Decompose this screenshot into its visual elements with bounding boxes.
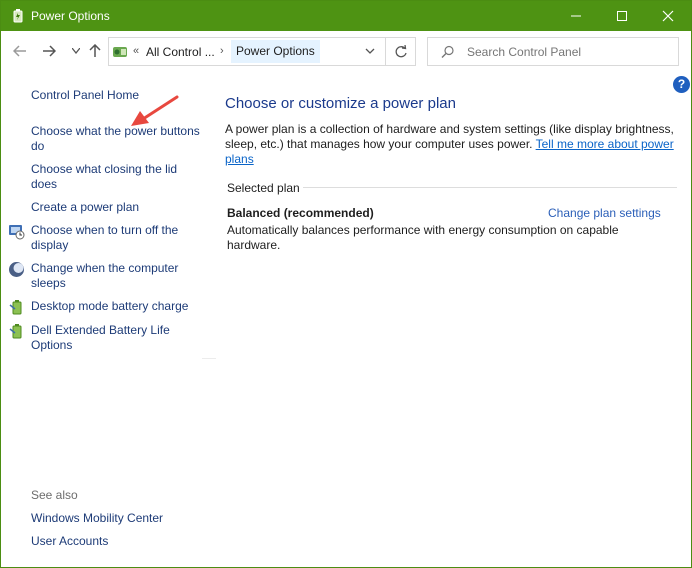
address-bar[interactable]: « All Control ... › Power Options [108, 37, 416, 66]
computer-sleeps-link[interactable]: Change when the computer sleeps [31, 261, 201, 291]
user-accounts-link[interactable]: User Accounts [31, 534, 201, 549]
up-arrow-icon [89, 44, 101, 57]
back-button[interactable] [11, 42, 29, 60]
minimize-icon [571, 15, 581, 17]
plan-description-text: A power plan is a collection of hardware… [225, 122, 675, 167]
address-overflow-chevron[interactable]: « [133, 45, 139, 57]
help-button[interactable]: ? [673, 76, 690, 93]
change-plan-settings-link[interactable]: Change plan settings [548, 206, 661, 220]
create-power-plan-link[interactable]: Create a power plan [31, 200, 201, 215]
extended-battery-link[interactable]: Dell Extended Battery Life Options [31, 323, 201, 353]
address-dropdown-icon[interactable] [363, 44, 377, 58]
plan-name: Balanced (recommended) [227, 206, 374, 220]
closing-lid-link[interactable]: Choose what closing the lid does [31, 162, 201, 192]
mobility-center-link[interactable]: Windows Mobility Center [31, 511, 201, 526]
left-pane: Control Panel Home Choose what the power… [1, 73, 216, 567]
refresh-icon [395, 44, 407, 57]
breadcrumb-power-options[interactable]: Power Options [231, 40, 320, 63]
desktop-battery-charge-link[interactable]: Desktop mode battery charge [31, 299, 201, 314]
see-also-heading: See also [31, 488, 78, 502]
breadcrumb-separator[interactable]: › [220, 45, 224, 57]
close-button[interactable] [645, 1, 691, 31]
plan-detail-text: Automatically balances performance with … [227, 223, 619, 252]
power-options-window: Power Options « All Control ... › Power … [0, 0, 692, 568]
recent-locations-button[interactable] [67, 42, 85, 60]
search-input[interactable]: Search Control Panel [467, 45, 581, 59]
display-timer-icon [9, 225, 25, 240]
pane-divider [202, 358, 216, 359]
power-options-icon [13, 9, 23, 23]
forward-arrow-icon [43, 45, 56, 57]
forward-button[interactable] [40, 42, 58, 60]
control-panel-icon [113, 47, 127, 57]
section-divider [303, 187, 677, 188]
up-button[interactable] [86, 42, 104, 60]
refresh-button[interactable] [385, 38, 416, 65]
window-title: Power Options [31, 9, 110, 23]
chevron-down-icon [72, 48, 80, 54]
selected-plan-heading: Selected plan [227, 181, 300, 195]
extended-battery-icon [9, 324, 22, 339]
maximize-button[interactable] [599, 1, 645, 31]
sleep-moon-icon [9, 262, 24, 277]
back-arrow-icon [13, 45, 26, 57]
maximize-icon [617, 11, 627, 21]
breadcrumb-all-control[interactable]: All Control ... [146, 45, 215, 59]
close-icon [662, 10, 674, 22]
turn-off-display-link[interactable]: Choose when to turn off the display [31, 223, 201, 253]
search-box[interactable]: Search Control Panel [427, 37, 679, 66]
search-icon [441, 45, 454, 58]
minimize-button[interactable] [553, 1, 599, 31]
power-buttons-link[interactable]: Choose what the power buttons do [31, 124, 201, 154]
navigation-bar: « All Control ... › Power Options Search… [1, 31, 691, 73]
battery-icon [9, 300, 22, 315]
page-title: Choose or customize a power plan [225, 95, 456, 112]
title-bar[interactable]: Power Options [1, 1, 691, 31]
annotation-arrow [131, 95, 179, 126]
